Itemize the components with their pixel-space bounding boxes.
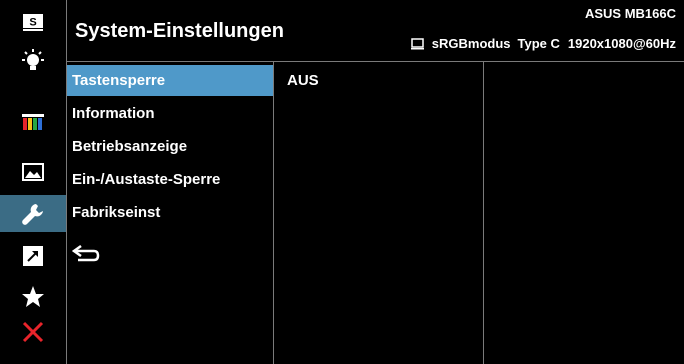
image-icon	[22, 162, 44, 181]
osd-header: System-Einstellungen ASUS MB166C sRGBmod…	[67, 0, 684, 62]
shortcut-arrow-icon	[23, 245, 43, 266]
menu-item-tastensperre[interactable]: Tastensperre	[67, 65, 273, 96]
rail-item-color[interactable]	[0, 103, 66, 140]
menu-item-label: Betriebsanzeige	[72, 138, 188, 155]
menu-item-betriebsanzeige[interactable]: Betriebsanzeige	[67, 131, 273, 162]
rail-item-exit[interactable]	[0, 313, 66, 350]
monitor-icon	[410, 37, 424, 49]
star-icon	[22, 285, 44, 307]
color-bars-icon	[22, 113, 44, 130]
brightness-icon	[22, 48, 44, 70]
rail-item-system[interactable]	[0, 195, 66, 232]
resolution: 1920x1080@60Hz	[567, 36, 676, 51]
rail-item-favorite[interactable]	[0, 278, 66, 315]
svg-text:S: S	[29, 16, 36, 28]
model-name: ASUS MB166C	[584, 6, 676, 21]
menu-item-information[interactable]: Information	[67, 98, 273, 129]
rail-item-shortcut[interactable]	[0, 237, 66, 274]
rail-item-splendid[interactable]: S	[0, 4, 66, 41]
value-panel: AUS	[274, 62, 484, 364]
submenu-list: Tastensperre Information Betriebsanzeige…	[67, 62, 274, 364]
rail-item-image[interactable]	[0, 153, 66, 190]
back-button[interactable]	[67, 238, 273, 269]
menu-item-label: Information	[72, 105, 155, 122]
menu-item-label: Tastensperre	[72, 72, 166, 89]
back-icon	[72, 244, 100, 261]
icon-rail: S	[0, 0, 67, 364]
page-title: System-Einstellungen	[75, 20, 284, 42]
wrench-icon	[22, 203, 43, 225]
osd-menu: S System-Einstellungen ASUS MB166C sRGBm…	[0, 0, 684, 364]
close-icon	[22, 321, 44, 342]
menu-item-fabrikseinst[interactable]: Fabrikseinst	[67, 197, 273, 228]
status-line: sRGBmodus Type C 1920x1080@60Hz	[410, 36, 676, 51]
menu-item-label: Fabrikseinst	[72, 204, 161, 221]
splendid-s-icon: S	[23, 13, 43, 31]
color-mode: sRGBmodus	[431, 36, 511, 51]
menu-item-label: Ein-/Austaste-Sperre	[72, 171, 221, 188]
rail-item-brightness[interactable]	[0, 42, 66, 79]
key-lock-value[interactable]: AUS	[287, 72, 319, 89]
menu-item-power-key-lock[interactable]: Ein-/Austaste-Sperre	[67, 164, 273, 195]
input-source: Type C	[517, 36, 560, 51]
